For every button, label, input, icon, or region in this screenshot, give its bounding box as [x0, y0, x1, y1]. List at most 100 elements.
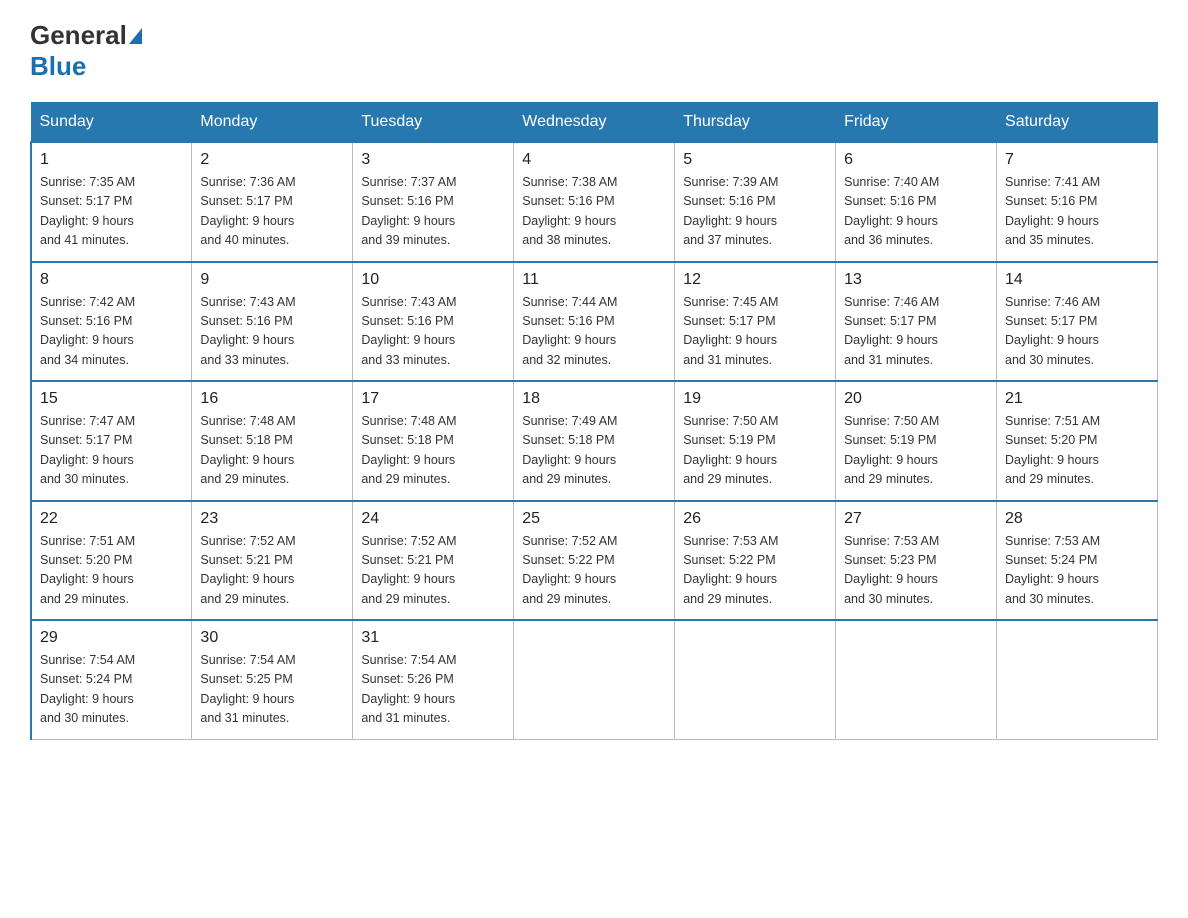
- day-number: 6: [844, 151, 988, 169]
- calendar-header-row: SundayMondayTuesdayWednesdayThursdayFrid…: [31, 103, 1158, 143]
- logo: General Blue: [30, 20, 143, 82]
- day-of-week-header: Wednesday: [514, 103, 675, 143]
- day-info: Sunrise: 7:42 AMSunset: 5:16 PMDaylight:…: [40, 295, 135, 367]
- day-info: Sunrise: 7:43 AMSunset: 5:16 PMDaylight:…: [200, 295, 295, 367]
- calendar-day-cell: 13 Sunrise: 7:46 AMSunset: 5:17 PMDaylig…: [836, 262, 997, 382]
- calendar-day-cell: 12 Sunrise: 7:45 AMSunset: 5:17 PMDaylig…: [675, 262, 836, 382]
- day-number: 14: [1005, 271, 1149, 289]
- calendar-day-cell: [675, 620, 836, 739]
- logo-triangle-icon: [129, 28, 142, 44]
- day-number: 19: [683, 390, 827, 408]
- day-number: 29: [40, 629, 183, 647]
- day-info: Sunrise: 7:52 AMSunset: 5:21 PMDaylight:…: [200, 534, 295, 606]
- day-info: Sunrise: 7:52 AMSunset: 5:22 PMDaylight:…: [522, 534, 617, 606]
- day-info: Sunrise: 7:45 AMSunset: 5:17 PMDaylight:…: [683, 295, 778, 367]
- day-number: 5: [683, 151, 827, 169]
- day-number: 13: [844, 271, 988, 289]
- calendar-day-cell: 15 Sunrise: 7:47 AMSunset: 5:17 PMDaylig…: [31, 381, 192, 501]
- calendar-day-cell: 17 Sunrise: 7:48 AMSunset: 5:18 PMDaylig…: [353, 381, 514, 501]
- calendar-week-row: 1 Sunrise: 7:35 AMSunset: 5:17 PMDayligh…: [31, 142, 1158, 262]
- day-of-week-header: Sunday: [31, 103, 192, 143]
- day-number: 24: [361, 510, 505, 528]
- day-info: Sunrise: 7:38 AMSunset: 5:16 PMDaylight:…: [522, 175, 617, 247]
- calendar-week-row: 8 Sunrise: 7:42 AMSunset: 5:16 PMDayligh…: [31, 262, 1158, 382]
- day-number: 31: [361, 629, 505, 647]
- day-number: 17: [361, 390, 505, 408]
- day-number: 21: [1005, 390, 1149, 408]
- day-info: Sunrise: 7:39 AMSunset: 5:16 PMDaylight:…: [683, 175, 778, 247]
- day-info: Sunrise: 7:46 AMSunset: 5:17 PMDaylight:…: [1005, 295, 1100, 367]
- calendar-day-cell: 26 Sunrise: 7:53 AMSunset: 5:22 PMDaylig…: [675, 501, 836, 621]
- calendar-day-cell: 20 Sunrise: 7:50 AMSunset: 5:19 PMDaylig…: [836, 381, 997, 501]
- day-number: 16: [200, 390, 344, 408]
- calendar-day-cell: 10 Sunrise: 7:43 AMSunset: 5:16 PMDaylig…: [353, 262, 514, 382]
- day-of-week-header: Thursday: [675, 103, 836, 143]
- calendar-day-cell: 23 Sunrise: 7:52 AMSunset: 5:21 PMDaylig…: [192, 501, 353, 621]
- calendar-day-cell: 21 Sunrise: 7:51 AMSunset: 5:20 PMDaylig…: [997, 381, 1158, 501]
- day-info: Sunrise: 7:37 AMSunset: 5:16 PMDaylight:…: [361, 175, 456, 247]
- calendar-day-cell: 8 Sunrise: 7:42 AMSunset: 5:16 PMDayligh…: [31, 262, 192, 382]
- day-of-week-header: Saturday: [997, 103, 1158, 143]
- page-header: General Blue: [30, 20, 1158, 82]
- day-number: 15: [40, 390, 183, 408]
- day-number: 4: [522, 151, 666, 169]
- day-info: Sunrise: 7:50 AMSunset: 5:19 PMDaylight:…: [844, 414, 939, 486]
- day-info: Sunrise: 7:41 AMSunset: 5:16 PMDaylight:…: [1005, 175, 1100, 247]
- calendar-day-cell: 9 Sunrise: 7:43 AMSunset: 5:16 PMDayligh…: [192, 262, 353, 382]
- day-of-week-header: Tuesday: [353, 103, 514, 143]
- day-number: 18: [522, 390, 666, 408]
- day-of-week-header: Friday: [836, 103, 997, 143]
- day-info: Sunrise: 7:49 AMSunset: 5:18 PMDaylight:…: [522, 414, 617, 486]
- day-number: 3: [361, 151, 505, 169]
- day-info: Sunrise: 7:48 AMSunset: 5:18 PMDaylight:…: [361, 414, 456, 486]
- day-number: 28: [1005, 510, 1149, 528]
- day-number: 30: [200, 629, 344, 647]
- calendar-day-cell: 1 Sunrise: 7:35 AMSunset: 5:17 PMDayligh…: [31, 142, 192, 262]
- day-info: Sunrise: 7:50 AMSunset: 5:19 PMDaylight:…: [683, 414, 778, 486]
- calendar-day-cell: 3 Sunrise: 7:37 AMSunset: 5:16 PMDayligh…: [353, 142, 514, 262]
- logo-text: General Blue: [30, 20, 143, 82]
- calendar-day-cell: 25 Sunrise: 7:52 AMSunset: 5:22 PMDaylig…: [514, 501, 675, 621]
- day-number: 10: [361, 271, 505, 289]
- calendar-day-cell: 5 Sunrise: 7:39 AMSunset: 5:16 PMDayligh…: [675, 142, 836, 262]
- calendar-day-cell: 2 Sunrise: 7:36 AMSunset: 5:17 PMDayligh…: [192, 142, 353, 262]
- day-info: Sunrise: 7:54 AMSunset: 5:25 PMDaylight:…: [200, 653, 295, 725]
- calendar-day-cell: [836, 620, 997, 739]
- day-number: 20: [844, 390, 988, 408]
- calendar-day-cell: 18 Sunrise: 7:49 AMSunset: 5:18 PMDaylig…: [514, 381, 675, 501]
- calendar-day-cell: 27 Sunrise: 7:53 AMSunset: 5:23 PMDaylig…: [836, 501, 997, 621]
- day-info: Sunrise: 7:36 AMSunset: 5:17 PMDaylight:…: [200, 175, 295, 247]
- day-number: 9: [200, 271, 344, 289]
- day-info: Sunrise: 7:51 AMSunset: 5:20 PMDaylight:…: [1005, 414, 1100, 486]
- day-info: Sunrise: 7:44 AMSunset: 5:16 PMDaylight:…: [522, 295, 617, 367]
- calendar-day-cell: 6 Sunrise: 7:40 AMSunset: 5:16 PMDayligh…: [836, 142, 997, 262]
- day-number: 1: [40, 151, 183, 169]
- day-number: 26: [683, 510, 827, 528]
- day-number: 12: [683, 271, 827, 289]
- calendar-week-row: 22 Sunrise: 7:51 AMSunset: 5:20 PMDaylig…: [31, 501, 1158, 621]
- calendar-day-cell: 29 Sunrise: 7:54 AMSunset: 5:24 PMDaylig…: [31, 620, 192, 739]
- day-number: 7: [1005, 151, 1149, 169]
- calendar-day-cell: [514, 620, 675, 739]
- calendar-day-cell: 14 Sunrise: 7:46 AMSunset: 5:17 PMDaylig…: [997, 262, 1158, 382]
- calendar-day-cell: 4 Sunrise: 7:38 AMSunset: 5:16 PMDayligh…: [514, 142, 675, 262]
- calendar-day-cell: 31 Sunrise: 7:54 AMSunset: 5:26 PMDaylig…: [353, 620, 514, 739]
- day-number: 22: [40, 510, 183, 528]
- day-number: 11: [522, 271, 666, 289]
- day-number: 8: [40, 271, 183, 289]
- day-info: Sunrise: 7:53 AMSunset: 5:22 PMDaylight:…: [683, 534, 778, 606]
- calendar-week-row: 29 Sunrise: 7:54 AMSunset: 5:24 PMDaylig…: [31, 620, 1158, 739]
- day-info: Sunrise: 7:54 AMSunset: 5:26 PMDaylight:…: [361, 653, 456, 725]
- day-number: 23: [200, 510, 344, 528]
- day-number: 25: [522, 510, 666, 528]
- day-info: Sunrise: 7:48 AMSunset: 5:18 PMDaylight:…: [200, 414, 295, 486]
- day-info: Sunrise: 7:47 AMSunset: 5:17 PMDaylight:…: [40, 414, 135, 486]
- calendar-day-cell: 28 Sunrise: 7:53 AMSunset: 5:24 PMDaylig…: [997, 501, 1158, 621]
- day-number: 27: [844, 510, 988, 528]
- calendar-day-cell: 30 Sunrise: 7:54 AMSunset: 5:25 PMDaylig…: [192, 620, 353, 739]
- calendar-table: SundayMondayTuesdayWednesdayThursdayFrid…: [30, 102, 1158, 740]
- calendar-day-cell: 16 Sunrise: 7:48 AMSunset: 5:18 PMDaylig…: [192, 381, 353, 501]
- day-info: Sunrise: 7:35 AMSunset: 5:17 PMDaylight:…: [40, 175, 135, 247]
- day-number: 2: [200, 151, 344, 169]
- day-info: Sunrise: 7:53 AMSunset: 5:23 PMDaylight:…: [844, 534, 939, 606]
